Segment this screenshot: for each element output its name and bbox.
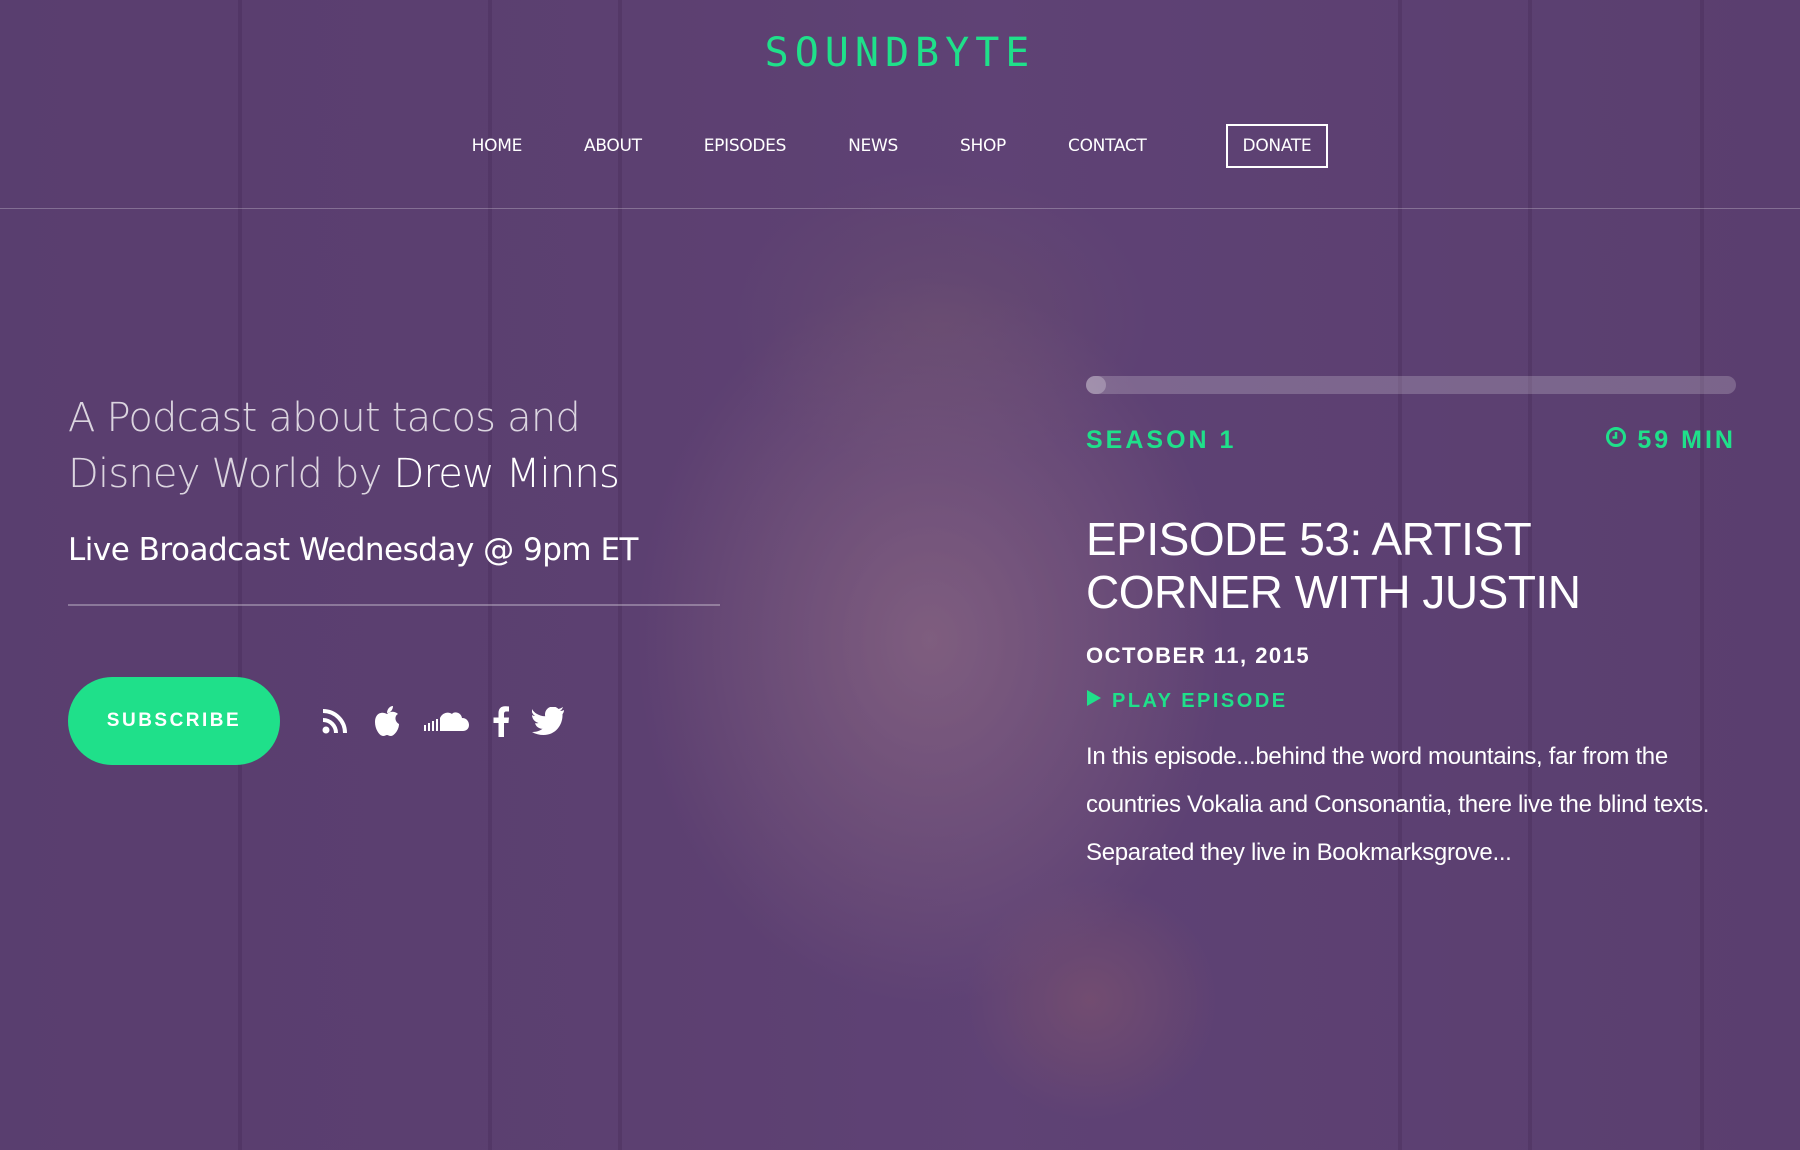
episode-date: OCTOBER 11, 2015	[1086, 643, 1311, 668]
progress-fill	[1086, 376, 1106, 394]
nav-shop[interactable]: SHOP	[960, 136, 1006, 156]
episode-meta: SEASON 1 59 MIN	[1086, 426, 1736, 455]
episode-progress-bar[interactable]	[1086, 376, 1736, 394]
podcast-intro: A Podcast about tacos and Disney World b…	[68, 390, 720, 765]
divider	[68, 604, 720, 606]
episode-title[interactable]: EPISODE 53: ARTIST CORNER WITH JUSTIN	[1086, 513, 1736, 619]
play-episode-label: PLAY EPISODE	[1112, 689, 1288, 712]
soundcloud-icon[interactable]	[424, 709, 470, 733]
apple-icon[interactable]	[372, 705, 402, 737]
clock-icon	[1605, 426, 1627, 455]
play-icon	[1086, 689, 1102, 713]
author-name: Drew Minns	[393, 451, 620, 497]
nav-news[interactable]: NEWS	[848, 136, 898, 156]
episode-description: In this episode...behind the word mounta…	[1086, 743, 1710, 866]
nav-episodes[interactable]: EPISODES	[704, 136, 787, 156]
site-header: SOUNDBYTE HOME ABOUT EPISODES NEWS SHOP …	[0, 0, 1800, 209]
site-logo[interactable]: SOUNDBYTE	[0, 30, 1800, 76]
episode-card: SEASON 1 59 MIN EPISODE 53: ARTIST CORNE…	[1086, 376, 1736, 877]
subscribe-row: SUBSCRIBE	[68, 677, 720, 765]
live-broadcast-text: Live Broadcast Wednesday @ 9pm ET	[68, 532, 639, 568]
twitter-icon[interactable]	[532, 707, 564, 735]
play-episode-button[interactable]: PLAY EPISODE	[1086, 689, 1736, 713]
nav-about[interactable]: ABOUT	[584, 136, 642, 156]
duration-text: 59 MIN	[1637, 426, 1736, 454]
nav-home[interactable]: HOME	[472, 136, 523, 156]
tagline: A Podcast about tacos and Disney World b…	[68, 390, 720, 502]
social-links	[320, 705, 564, 737]
duration: 59 MIN	[1605, 426, 1736, 455]
rss-icon[interactable]	[320, 706, 350, 736]
facebook-icon[interactable]	[492, 705, 510, 737]
donate-button[interactable]: DONATE	[1225, 124, 1329, 168]
nav-contact[interactable]: CONTACT	[1068, 136, 1147, 156]
season-label: SEASON 1	[1086, 426, 1237, 454]
subscribe-button[interactable]: SUBSCRIBE	[68, 677, 280, 765]
main-nav: HOME ABOUT EPISODES NEWS SHOP CONTACT DO…	[0, 124, 1800, 168]
